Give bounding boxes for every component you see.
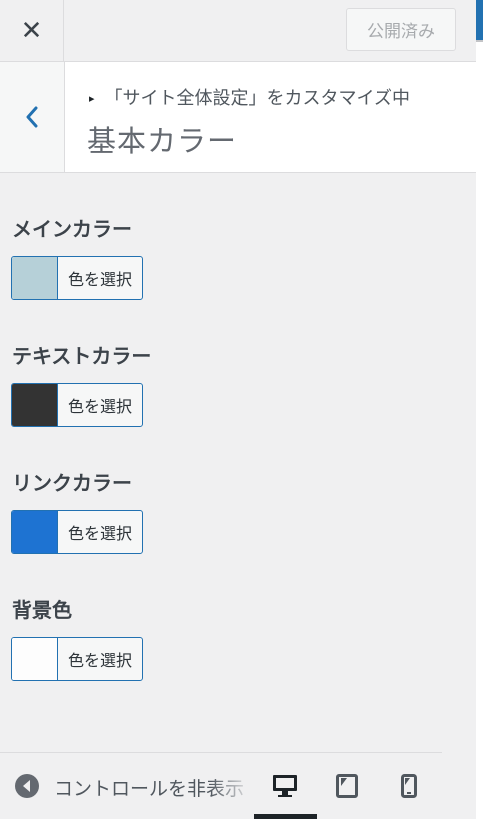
color-swatch bbox=[12, 257, 58, 299]
collapse-sidebar-button[interactable] bbox=[14, 773, 40, 799]
section-title: 基本カラー bbox=[87, 124, 238, 158]
color-swatch bbox=[12, 511, 58, 553]
preview-edge-line bbox=[476, 40, 483, 42]
label-fade bbox=[210, 770, 254, 804]
mobile-preview-button[interactable] bbox=[389, 768, 429, 804]
mobile-icon bbox=[401, 774, 417, 798]
text-color-label: テキストカラー bbox=[12, 344, 152, 368]
color-button-label: 色を選択 bbox=[67, 524, 132, 543]
link-color-button[interactable]: 色を選択 bbox=[11, 510, 143, 554]
main-color-button[interactable]: 色を選択 bbox=[11, 256, 143, 300]
color-button-label: 色を選択 bbox=[67, 270, 132, 289]
breadcrumb-marker: ▸ bbox=[89, 92, 95, 105]
collapse-arrow-icon bbox=[15, 774, 39, 798]
color-swatch bbox=[12, 638, 58, 680]
link-color-label: リンクカラー bbox=[12, 471, 132, 495]
color-swatch bbox=[12, 384, 58, 426]
chevron-left-icon bbox=[26, 106, 38, 128]
color-button-label: 色を選択 bbox=[67, 397, 132, 416]
text-color-button[interactable]: 色を選択 bbox=[11, 383, 143, 427]
tablet-icon bbox=[336, 774, 358, 798]
customizer-panel: ✕ 公開済み ▸ 「サイト全体設定」をカスタマイズ中 基本カラー メインカラー 色… bbox=[0, 0, 476, 819]
close-icon: ✕ bbox=[20, 15, 43, 46]
background-color-label: 背景色 bbox=[12, 598, 72, 622]
publish-button[interactable]: 公開済み bbox=[346, 8, 456, 51]
active-device-indicator bbox=[254, 814, 317, 819]
customizer-header: ✕ 公開済み bbox=[0, 0, 476, 62]
footer-divider bbox=[0, 752, 442, 753]
main-color-label: メインカラー bbox=[12, 217, 132, 241]
close-button[interactable]: ✕ bbox=[0, 0, 64, 61]
color-button-label: 色を選択 bbox=[67, 651, 132, 670]
breadcrumb-text: 「サイト全体設定」をカスタマイズ中 bbox=[104, 88, 410, 109]
preview-edge-accent bbox=[476, 0, 483, 40]
section-title-bar: ▸ 「サイト全体設定」をカスタマイズ中 基本カラー bbox=[0, 62, 476, 173]
background-color-button[interactable]: 色を選択 bbox=[11, 637, 143, 681]
desktop-icon bbox=[273, 775, 297, 797]
tablet-preview-button[interactable] bbox=[327, 768, 367, 804]
preview-edge bbox=[476, 0, 483, 819]
breadcrumb: ▸ 「サイト全体設定」をカスタマイズ中 bbox=[89, 84, 410, 110]
desktop-preview-button[interactable] bbox=[265, 768, 305, 804]
back-button[interactable] bbox=[0, 62, 65, 172]
